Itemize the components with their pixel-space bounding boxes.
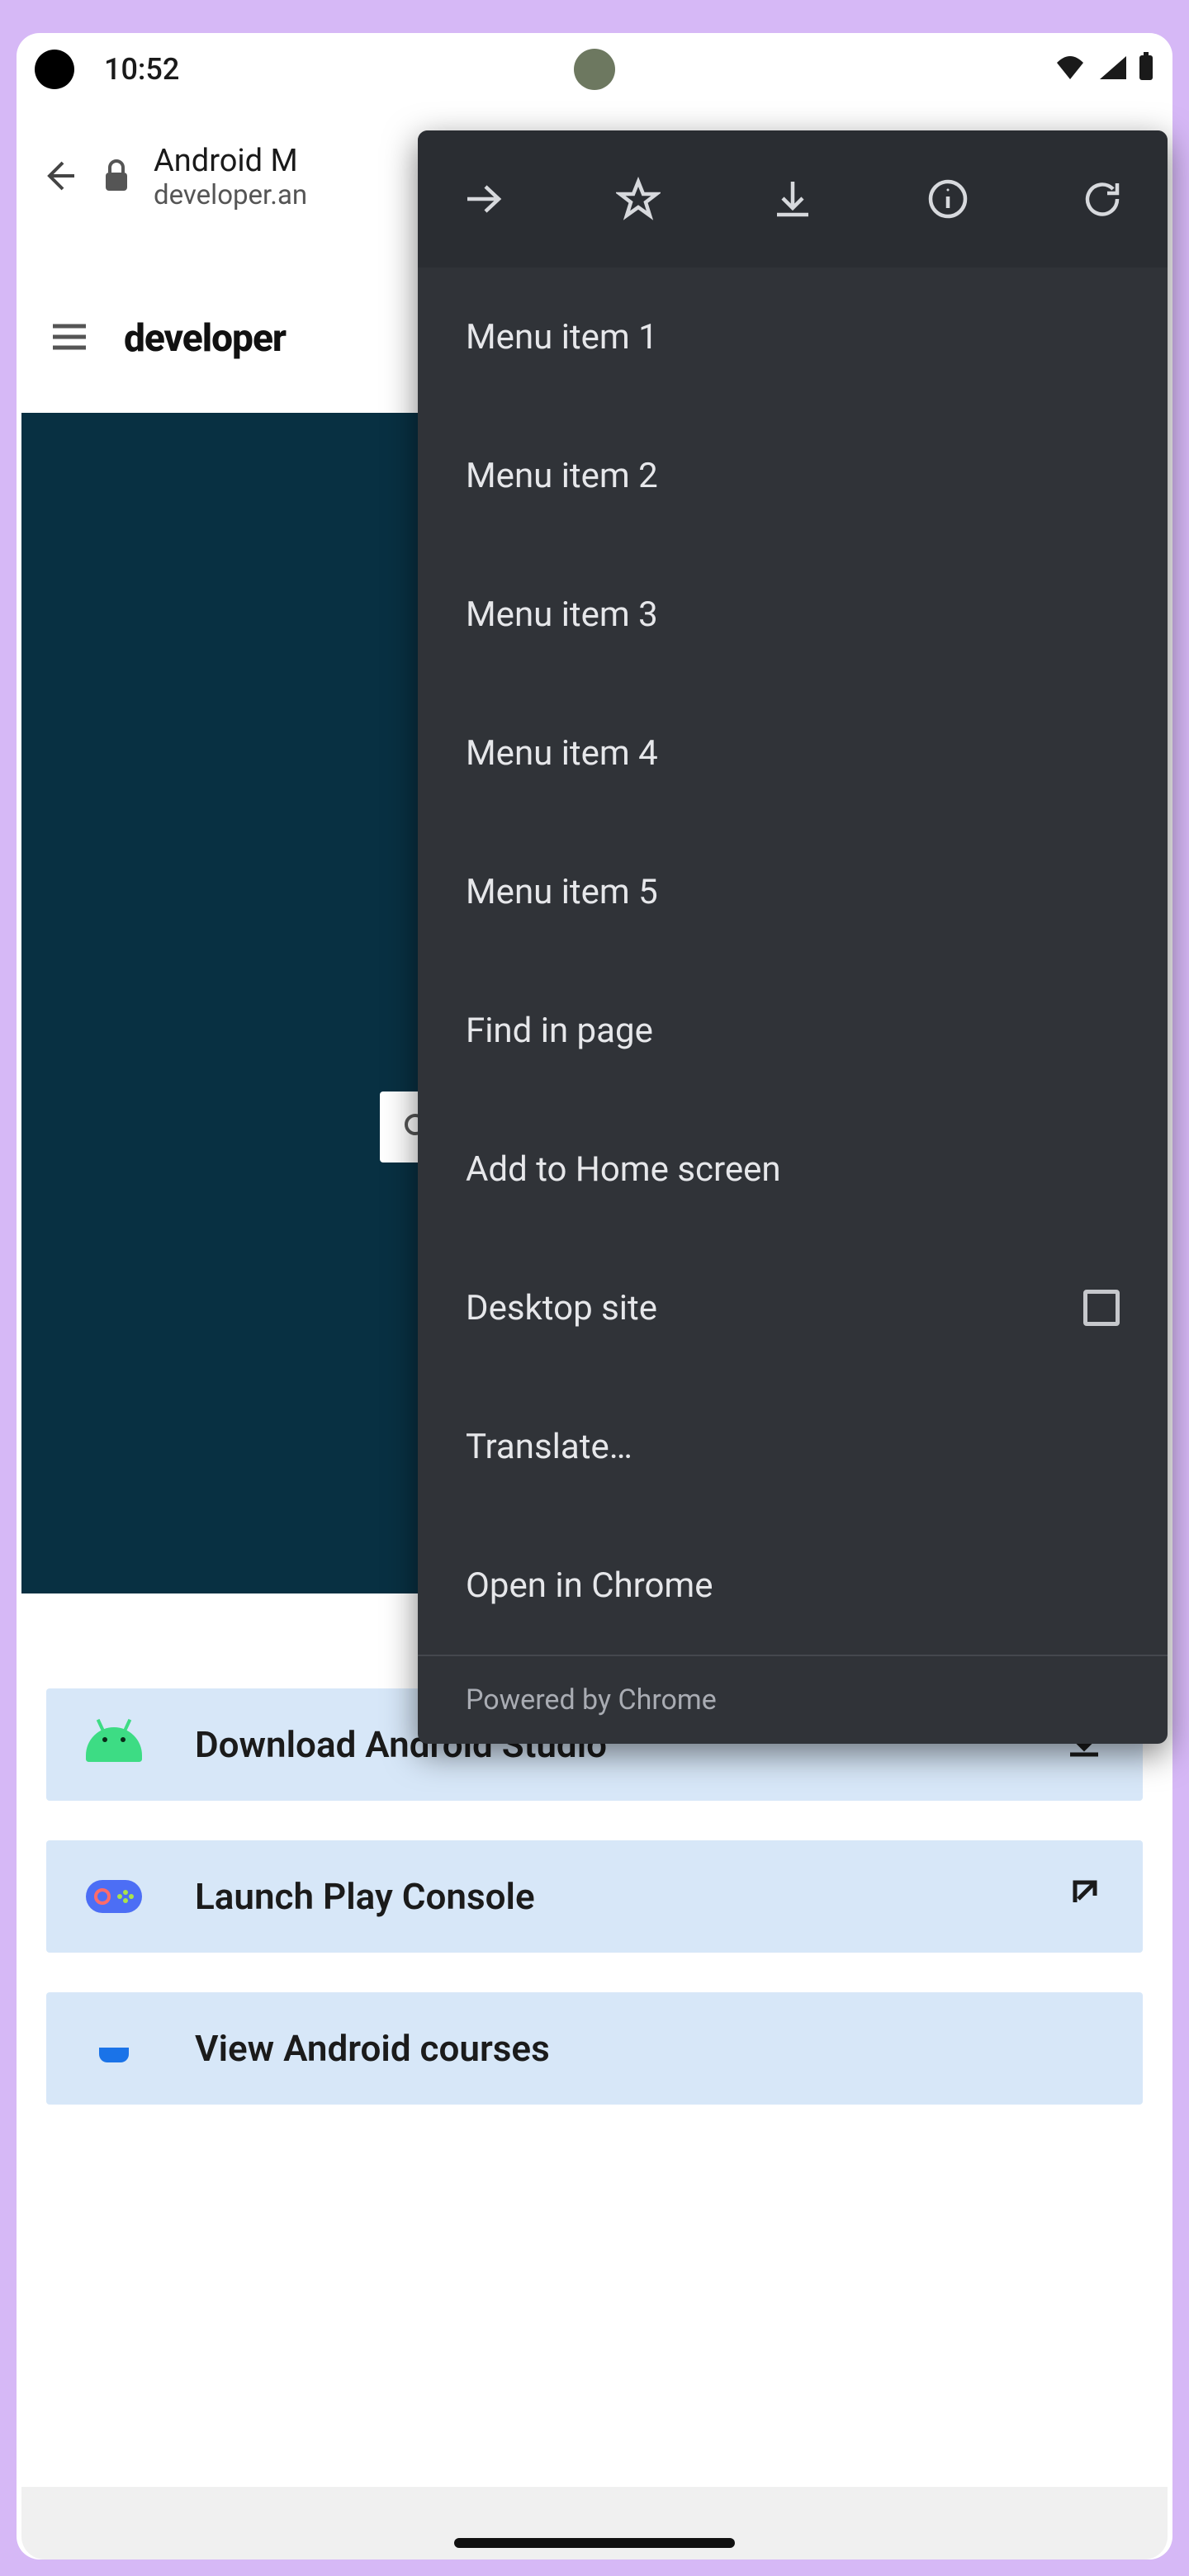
forward-icon[interactable] [457, 173, 509, 225]
card-label: Launch Play Console [195, 1875, 535, 1918]
quick-cards: Download Android Studio Launch Play Cons… [46, 1688, 1143, 2105]
menu-add-home-screen[interactable]: Add to Home screen [418, 1100, 1168, 1238]
play-console-icon [86, 1880, 142, 1913]
card-play-console[interactable]: Launch Play Console [46, 1840, 1143, 1953]
bottom-shade [21, 2487, 1168, 2559]
bugdroid-icon [86, 1727, 142, 1762]
menu-find-in-page[interactable]: Find in page [418, 961, 1168, 1100]
gesture-bar[interactable] [454, 2538, 735, 2548]
lock-icon [102, 159, 130, 196]
brand-wordmark: developer [124, 316, 286, 361]
tab-host: developer.an [154, 180, 307, 211]
status-avatar [35, 50, 74, 89]
menu-item-3[interactable]: Menu item 3 [418, 545, 1168, 684]
open-external-icon [1067, 1874, 1103, 1920]
cellular-icon [1098, 52, 1126, 87]
card-android-courses[interactable]: View Android courses [46, 1992, 1143, 2105]
status-bar: 10:52 [21, 36, 1168, 102]
wifi-icon [1054, 52, 1087, 87]
menu-list: Menu item 1 Menu item 2 Menu item 3 Menu… [418, 268, 1168, 1655]
menu-item-4[interactable]: Menu item 4 [418, 684, 1168, 822]
menu-footer-label: Powered by Chrome [466, 1683, 717, 1717]
menu-item-2[interactable]: Menu item 2 [418, 406, 1168, 545]
status-icons [1054, 52, 1154, 88]
menu-item-1[interactable]: Menu item 1 [418, 268, 1168, 406]
menu-icon-row [418, 130, 1168, 268]
reload-icon[interactable] [1077, 173, 1128, 225]
menu-open-in-chrome[interactable]: Open in Chrome [418, 1516, 1168, 1655]
hamburger-icon[interactable] [51, 323, 88, 354]
front-camera [574, 49, 615, 90]
gradcap-icon [86, 2034, 142, 2062]
battery-icon [1138, 52, 1154, 88]
status-clock: 10:52 [104, 52, 179, 87]
back-button[interactable] [40, 156, 79, 199]
tab-title: Android M [154, 144, 307, 180]
desktop-site-checkbox[interactable] [1083, 1290, 1120, 1326]
menu-footer: Powered by Chrome [418, 1655, 1168, 1744]
download-icon[interactable] [767, 173, 818, 225]
info-icon[interactable] [922, 173, 973, 225]
star-icon[interactable] [613, 173, 664, 225]
menu-translate[interactable]: Translate… [418, 1377, 1168, 1516]
menu-desktop-site[interactable]: Desktop site [418, 1238, 1168, 1377]
menu-item-5[interactable]: Menu item 5 [418, 822, 1168, 961]
chrome-overflow-menu: Menu item 1 Menu item 2 Menu item 3 Menu… [418, 130, 1168, 1744]
card-label: View Android courses [195, 2027, 550, 2070]
